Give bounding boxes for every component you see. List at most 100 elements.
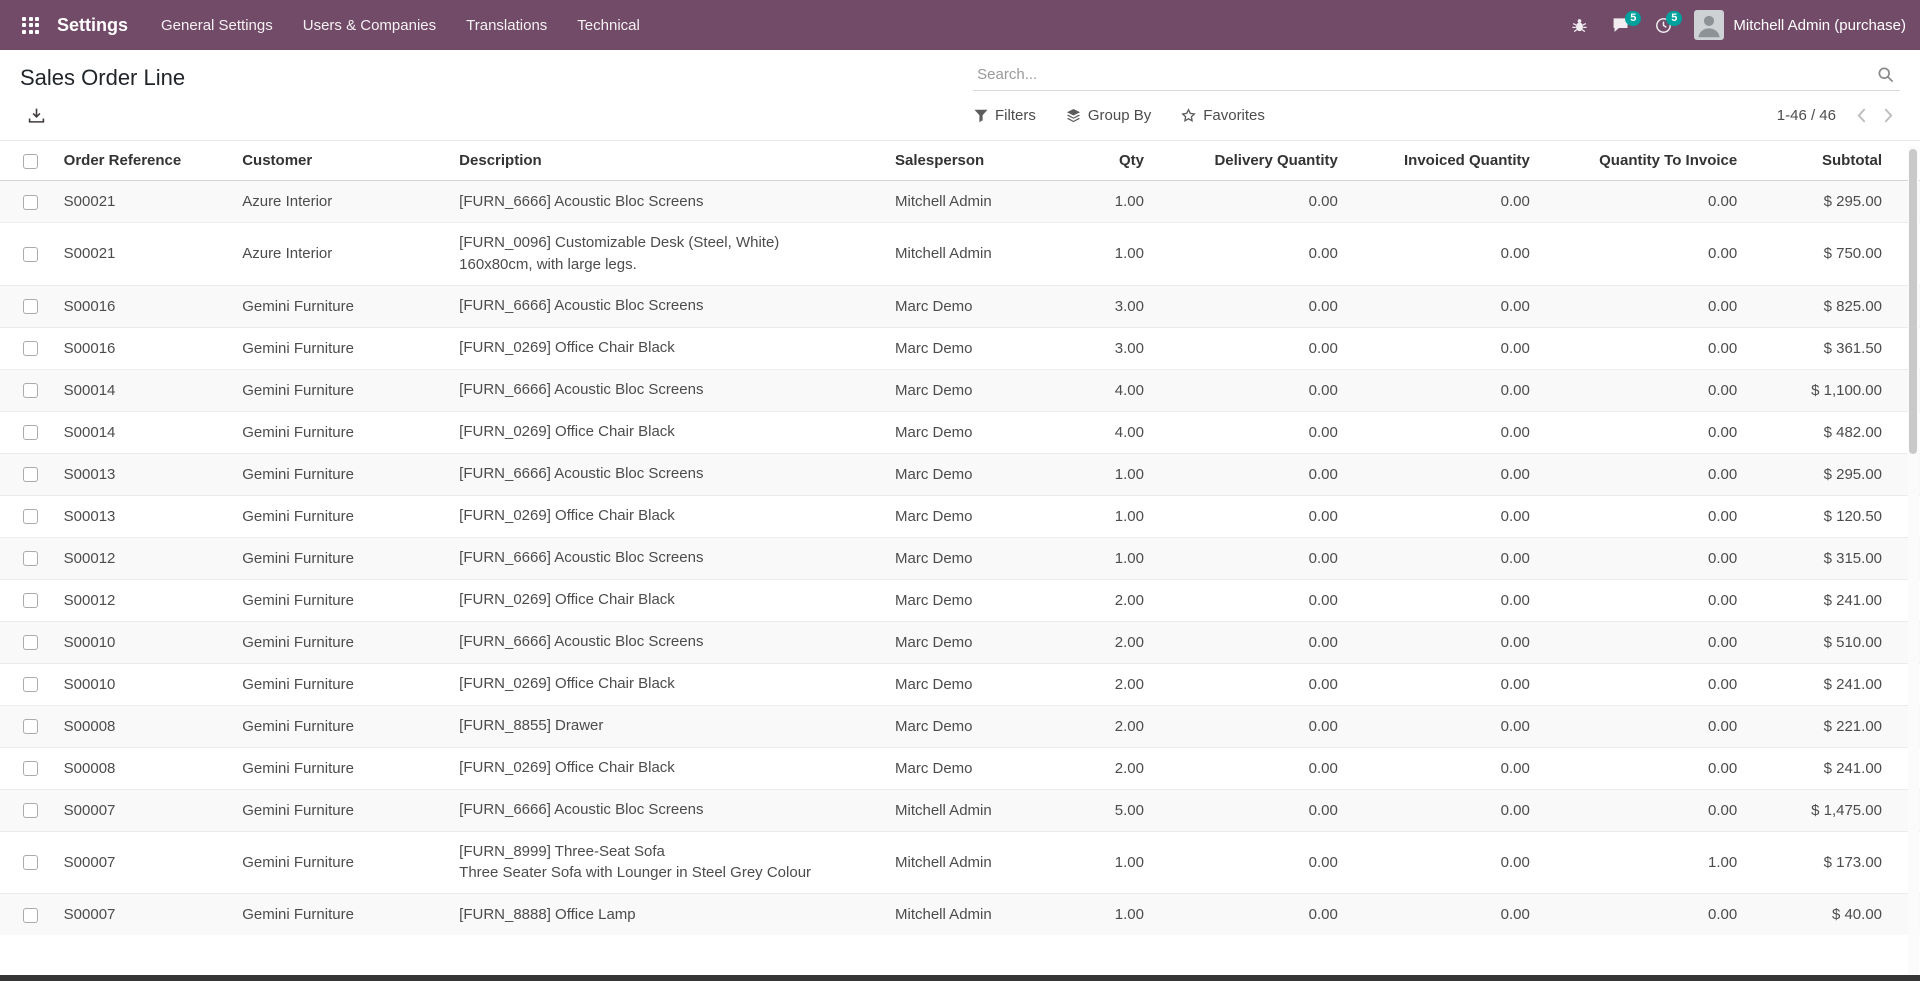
- table-row[interactable]: S00013Gemini Furniture[FURN_0269] Office…: [0, 495, 1920, 537]
- cell-customer: Gemini Furniture: [234, 285, 451, 327]
- cell-qty: 1.00: [1056, 831, 1152, 894]
- person-icon: [1694, 10, 1724, 40]
- row-checkbox[interactable]: [23, 803, 38, 818]
- row-checkbox[interactable]: [23, 509, 38, 524]
- row-select-cell: [0, 411, 56, 453]
- menu-item-general-settings[interactable]: General Settings: [146, 0, 288, 50]
- column-header-customer[interactable]: Customer: [234, 141, 451, 181]
- row-checkbox[interactable]: [23, 677, 38, 692]
- cell-qty: 1.00: [1056, 453, 1152, 495]
- pager: 1-46 / 46: [1777, 103, 1900, 128]
- row-select-cell: [0, 894, 56, 936]
- cell-salesperson: Marc Demo: [887, 453, 1056, 495]
- cell-salesperson: Marc Demo: [887, 705, 1056, 747]
- cell-quantity-to-invoice: 0.00: [1538, 285, 1745, 327]
- cell-qty: 1.00: [1056, 181, 1152, 223]
- cell-qty: 1.00: [1056, 495, 1152, 537]
- menu-item-translations[interactable]: Translations: [451, 0, 562, 50]
- select-all-checkbox[interactable]: [23, 154, 38, 169]
- table-row[interactable]: S00021Azure Interior[FURN_0096] Customiz…: [0, 223, 1920, 286]
- cell-delivery-quantity: 0.00: [1152, 495, 1346, 537]
- row-checkbox[interactable]: [23, 635, 38, 650]
- cell-salesperson: Mitchell Admin: [887, 223, 1056, 286]
- row-select-cell: [0, 181, 56, 223]
- filters-button[interactable]: Filters: [974, 107, 1036, 124]
- table-row[interactable]: S00010Gemini Furniture[FURN_6666] Acoust…: [0, 621, 1920, 663]
- sales-order-line-table: Order ReferenceCustomerDescriptionSalesp…: [0, 140, 1920, 935]
- row-checkbox[interactable]: [23, 593, 38, 608]
- table-row[interactable]: S00007Gemini Furniture[FURN_6666] Acoust…: [0, 789, 1920, 831]
- table-row[interactable]: S00008Gemini Furniture[FURN_8855] Drawer…: [0, 705, 1920, 747]
- export-button[interactable]: [24, 103, 49, 128]
- table-row[interactable]: S00012Gemini Furniture[FURN_0269] Office…: [0, 579, 1920, 621]
- cell-description: [FURN_6666] Acoustic Bloc Screens: [451, 453, 887, 495]
- table-row[interactable]: S00007Gemini Furniture[FURN_8999] Three-…: [0, 831, 1920, 894]
- row-checkbox[interactable]: [23, 299, 38, 314]
- user-menu[interactable]: Mitchell Admin (purchase): [1694, 10, 1906, 40]
- table-row[interactable]: S00014Gemini Furniture[FURN_6666] Acoust…: [0, 369, 1920, 411]
- pager-previous-button[interactable]: [1850, 103, 1873, 128]
- row-checkbox[interactable]: [23, 908, 38, 923]
- app-name[interactable]: Settings: [57, 15, 128, 36]
- cell-customer: Azure Interior: [234, 181, 451, 223]
- cell-invoiced-quantity: 0.00: [1346, 831, 1538, 894]
- top-navbar: Settings General Settings Users & Compan…: [0, 0, 1920, 50]
- table-row[interactable]: S00016Gemini Furniture[FURN_0269] Office…: [0, 327, 1920, 369]
- activities-button[interactable]: 5: [1643, 7, 1684, 44]
- cell-delivery-quantity: 0.00: [1152, 831, 1346, 894]
- messages-button[interactable]: 5: [1600, 7, 1643, 44]
- row-checkbox[interactable]: [23, 761, 38, 776]
- cell-salesperson: Mitchell Admin: [887, 831, 1056, 894]
- table-row[interactable]: S00016Gemini Furniture[FURN_6666] Acoust…: [0, 285, 1920, 327]
- cell-description: [FURN_6666] Acoustic Bloc Screens: [451, 285, 887, 327]
- row-checkbox[interactable]: [23, 855, 38, 870]
- debug-button[interactable]: [1559, 7, 1600, 44]
- cell-salesperson: Marc Demo: [887, 747, 1056, 789]
- menu-item-technical[interactable]: Technical: [562, 0, 655, 50]
- column-header-delivery-quantity[interactable]: Delivery Quantity: [1152, 141, 1346, 181]
- table-row[interactable]: S00008Gemini Furniture[FURN_0269] Office…: [0, 747, 1920, 789]
- table-row[interactable]: S00010Gemini Furniture[FURN_0269] Office…: [0, 663, 1920, 705]
- column-header-salesperson[interactable]: Salesperson: [887, 141, 1056, 181]
- favorites-button[interactable]: Favorites: [1181, 107, 1265, 124]
- table-row[interactable]: S00021Azure Interior[FURN_6666] Acoustic…: [0, 181, 1920, 223]
- row-checkbox[interactable]: [23, 425, 38, 440]
- apps-menu-button[interactable]: [12, 9, 49, 42]
- group-by-button[interactable]: Group By: [1066, 107, 1151, 124]
- export-download-icon: [28, 107, 45, 124]
- row-checkbox[interactable]: [23, 341, 38, 356]
- row-checkbox[interactable]: [23, 195, 38, 210]
- scrollbar-thumb[interactable]: [1909, 149, 1917, 454]
- table-row[interactable]: S00013Gemini Furniture[FURN_6666] Acoust…: [0, 453, 1920, 495]
- row-checkbox[interactable]: [23, 551, 38, 566]
- table-row[interactable]: S00012Gemini Furniture[FURN_6666] Acoust…: [0, 537, 1920, 579]
- cell-qty: 1.00: [1056, 537, 1152, 579]
- cell-invoiced-quantity: 0.00: [1346, 327, 1538, 369]
- pager-range[interactable]: 1-46 / 46: [1777, 107, 1836, 124]
- cell-subtotal: $ 482.00: [1745, 411, 1920, 453]
- search-input[interactable]: [975, 65, 1873, 84]
- pager-next-button[interactable]: [1877, 103, 1900, 128]
- table-row[interactable]: S00014Gemini Furniture[FURN_0269] Office…: [0, 411, 1920, 453]
- top-menu: General Settings Users & Companies Trans…: [146, 0, 655, 50]
- cell-description: [FURN_0096] Customizable Desk (Steel, Wh…: [451, 223, 887, 286]
- vertical-scrollbar[interactable]: [1908, 146, 1919, 974]
- cell-order-reference: S00007: [56, 894, 235, 936]
- column-header-invoiced-quantity[interactable]: Invoiced Quantity: [1346, 141, 1538, 181]
- column-header-quantity-to-invoice[interactable]: Quantity To Invoice: [1538, 141, 1745, 181]
- column-header-description[interactable]: Description: [451, 141, 887, 181]
- table-row[interactable]: S00007Gemini Furniture[FURN_8888] Office…: [0, 894, 1920, 936]
- column-header-order-reference[interactable]: Order Reference: [56, 141, 235, 181]
- cell-order-reference: S00007: [56, 831, 235, 894]
- cell-customer: Gemini Furniture: [234, 621, 451, 663]
- cell-invoiced-quantity: 0.00: [1346, 223, 1538, 286]
- row-checkbox[interactable]: [23, 383, 38, 398]
- column-header-qty[interactable]: Qty: [1056, 141, 1152, 181]
- cell-subtotal: $ 361.50: [1745, 327, 1920, 369]
- column-header-subtotal[interactable]: Subtotal: [1745, 141, 1920, 181]
- menu-item-users-companies[interactable]: Users & Companies: [288, 0, 451, 50]
- search-button[interactable]: [1873, 66, 1898, 83]
- row-checkbox[interactable]: [23, 467, 38, 482]
- row-checkbox[interactable]: [23, 247, 38, 262]
- row-checkbox[interactable]: [23, 719, 38, 734]
